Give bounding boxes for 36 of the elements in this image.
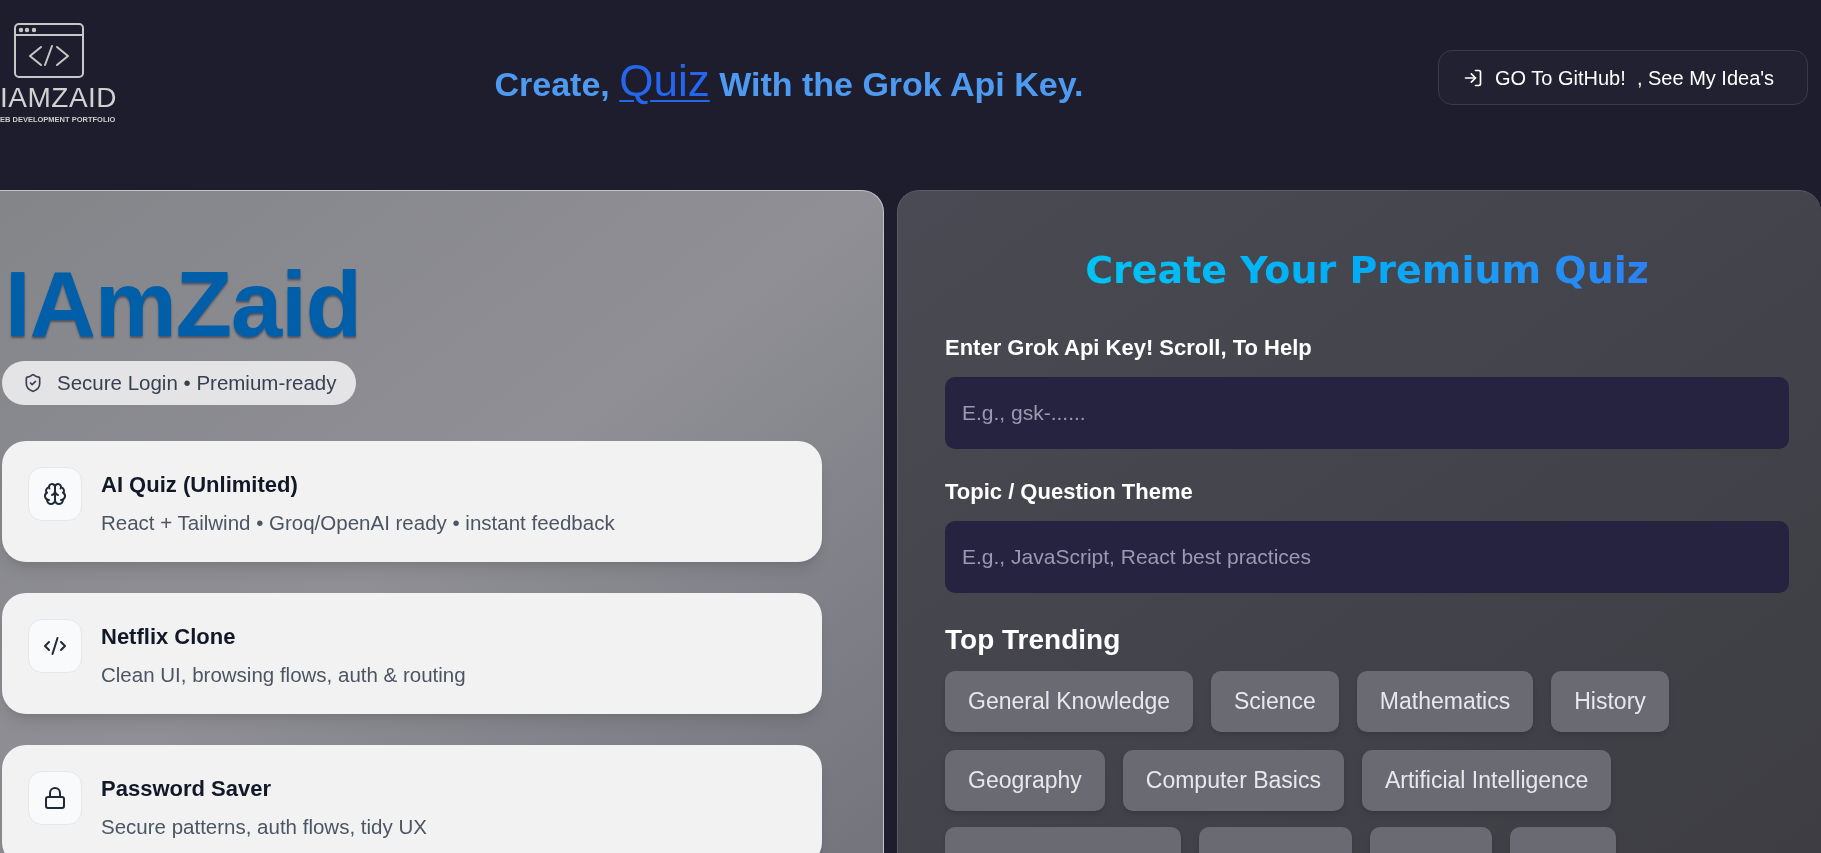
code-window-icon bbox=[14, 23, 84, 78]
topic-chip[interactable]: Geography bbox=[945, 750, 1105, 811]
project-description: React + Tailwind • Groq/OpenAI ready • instant feedback bbox=[101, 510, 615, 536]
padlock-icon bbox=[28, 771, 82, 825]
shield-icon bbox=[23, 373, 43, 393]
logo-wordmark: IAMZAID bbox=[0, 83, 118, 113]
topic-chip[interactable] bbox=[1199, 827, 1352, 853]
topic-chip[interactable] bbox=[1510, 827, 1616, 853]
login-icon bbox=[1463, 67, 1483, 88]
project-title: Netflix Clone bbox=[101, 623, 237, 651]
topic-chip[interactable]: Computer Basics bbox=[1122, 750, 1344, 811]
topic-chip[interactable] bbox=[1370, 827, 1492, 853]
text-input[interactable]: E.g., gsk-...... bbox=[945, 377, 1789, 449]
page-title: Create, Quiz With the Grok Api Key. bbox=[494, 55, 1084, 107]
project-description: Secure patterns, auth flows, tidy UX bbox=[101, 814, 427, 840]
trending-heading: Top Trending bbox=[945, 623, 1122, 657]
field-label: Enter Grok Api Key! Scroll, To Help bbox=[945, 334, 1313, 362]
brain-icon bbox=[28, 467, 82, 521]
project-title: Password Saver bbox=[101, 775, 272, 803]
topic-chip[interactable]: Mathematics bbox=[1356, 671, 1534, 732]
project-title: AI Quiz (Unlimited) bbox=[101, 471, 299, 499]
github-button[interactable]: GO To GitHub! , See My Idea's bbox=[1438, 50, 1808, 105]
code-icon bbox=[28, 619, 82, 673]
field-label: Topic / Question Theme bbox=[945, 478, 1194, 506]
topic-chip[interactable] bbox=[945, 827, 1181, 853]
project-card[interactable]: AI Quiz (Unlimited) React + Tailwind • Groq/OpenAI ready • instant feedback bbox=[2, 441, 822, 562]
project-description: Clean UI, browsing flows, auth & routing bbox=[101, 662, 466, 688]
project-card[interactable]: Password Saver Secure patterns, auth flows, tidy UX bbox=[2, 745, 822, 853]
topic-chip[interactable]: Science bbox=[1211, 671, 1339, 732]
brand-name: IAmZaid bbox=[5, 258, 361, 350]
project-card[interactable]: Netflix Clone Clean UI, browsing flows, auth & routing bbox=[2, 593, 822, 714]
text-input[interactable]: E.g., JavaScript, React best practices bbox=[945, 521, 1789, 593]
topic-chip[interactable]: History bbox=[1551, 671, 1669, 732]
topic-chip[interactable]: General Knowledge bbox=[945, 671, 1194, 732]
topic-chip[interactable]: Artificial Intelligence bbox=[1361, 750, 1612, 811]
badge-text: Secure Login • Premium-ready bbox=[57, 369, 337, 396]
